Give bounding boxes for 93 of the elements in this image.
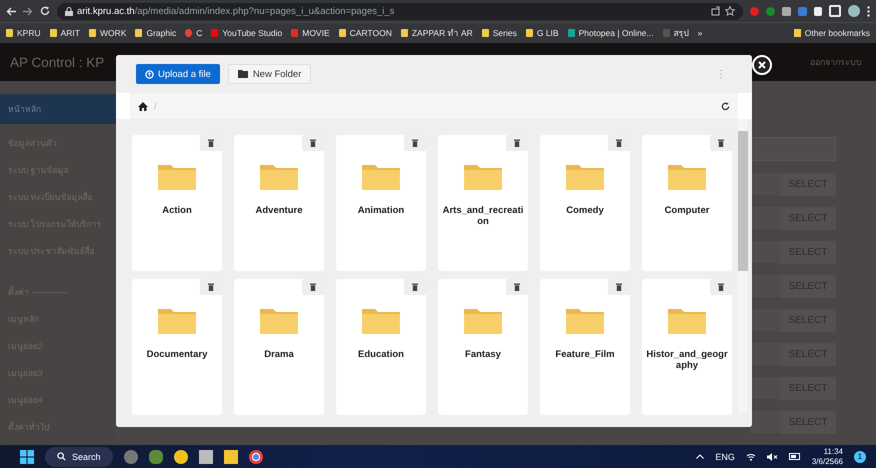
trash-icon — [208, 283, 214, 291]
folder-name: Feature_Film — [554, 350, 616, 361]
bookmark[interactable]: YouTube Studio — [211, 28, 282, 38]
bookmark[interactable]: Graphic — [135, 28, 176, 38]
back-icon[interactable] — [6, 6, 16, 16]
folder-card[interactable]: Education — [336, 279, 426, 415]
trash-icon — [718, 283, 724, 291]
clock-date[interactable]: 3/6/2566 — [812, 456, 843, 466]
upload-icon — [145, 70, 154, 78]
folder-name: Fantasy — [464, 350, 502, 361]
folder-name: Computer — [664, 206, 710, 217]
muted-speaker-icon[interactable] — [766, 452, 778, 460]
folder-name: Adventure — [254, 206, 304, 217]
chevron-up-icon[interactable] — [696, 454, 704, 459]
folder-name: Action — [161, 206, 193, 217]
bookmark[interactable]: G LIB — [526, 28, 559, 38]
input-field[interactable] — [750, 207, 780, 229]
home-icon[interactable] — [138, 102, 148, 110]
bookmark[interactable]: CARTOON — [338, 28, 392, 38]
bookmark[interactable]: Other bookmarks — [794, 28, 870, 38]
input-field[interactable] — [750, 241, 780, 263]
bookmark[interactable]: ZAPPAR ทำ AR — [400, 26, 473, 40]
trash-icon — [412, 283, 418, 291]
folder-card[interactable]: Computer — [642, 135, 732, 271]
folder-card[interactable]: Drama — [234, 279, 324, 415]
battery-icon[interactable] — [788, 453, 801, 460]
input-field[interactable] — [750, 309, 780, 331]
folder-card[interactable]: Histor_and_geography — [642, 279, 732, 415]
trash-icon — [412, 139, 418, 147]
folder-card[interactable]: Feature_Film — [540, 279, 630, 415]
share-icon[interactable] — [711, 6, 721, 16]
new-folder-button[interactable]: New Folder — [228, 64, 312, 84]
windows-icon[interactable] — [20, 450, 34, 464]
upload-button[interactable]: Upload a file — [136, 64, 220, 84]
folder-card[interactable]: Documentary — [132, 279, 222, 415]
menu-icon[interactable] — [867, 6, 870, 16]
breadcrumb-separator: / — [154, 101, 157, 111]
browser-icon[interactable] — [248, 450, 263, 464]
refresh-icon[interactable] — [721, 102, 730, 110]
star-icon[interactable] — [725, 6, 735, 16]
bookmark[interactable]: Photopea | Online... — [568, 28, 654, 38]
reload-icon[interactable] — [40, 6, 50, 16]
folder-name: Drama — [263, 350, 295, 361]
folder-card[interactable]: Adventure — [234, 135, 324, 271]
record-icon[interactable] — [750, 6, 759, 16]
trash-icon — [208, 139, 214, 147]
bookmark[interactable]: Series — [482, 28, 517, 38]
folder-card[interactable]: Action — [132, 135, 222, 271]
input-field[interactable] — [750, 411, 780, 433]
folder-card[interactable]: Comedy — [540, 135, 630, 271]
folder-name: Education — [357, 350, 405, 361]
bookmark[interactable]: KPRU — [6, 28, 41, 38]
input-field[interactable] — [750, 173, 780, 195]
sidepanel-icon[interactable] — [829, 5, 841, 17]
bookmark[interactable]: C — [185, 28, 202, 38]
trash-icon — [514, 139, 520, 147]
wifi-icon[interactable] — [746, 452, 756, 460]
trash-icon — [514, 283, 520, 291]
avatar-icon[interactable] — [848, 5, 860, 17]
page-title: AP Control : KP — [10, 54, 104, 70]
folder-name: Documentary — [146, 350, 208, 361]
trash-icon — [616, 139, 622, 147]
input-field[interactable] — [750, 377, 780, 399]
bookmark[interactable]: MOVIE — [291, 28, 330, 38]
folder-card[interactable]: Animation — [336, 135, 426, 271]
dot-icon[interactable] — [766, 6, 775, 16]
trash-icon — [718, 139, 724, 147]
app-icon[interactable] — [174, 450, 188, 464]
search-icon — [57, 452, 66, 461]
trash-icon — [310, 139, 316, 147]
lock-icon — [65, 6, 73, 16]
folder-name: Animation — [356, 206, 406, 217]
notification-badge[interactable]: 1 — [854, 450, 866, 462]
overflow-button[interactable]: » — [698, 28, 702, 38]
trash-icon — [310, 283, 316, 291]
trash-icon — [616, 283, 622, 291]
input-field[interactable] — [750, 275, 780, 297]
folder-card[interactable]: Arts_and_recreation — [438, 135, 528, 271]
folder-card[interactable]: Fantasy — [438, 279, 528, 415]
language-indicator[interactable]: ENG — [715, 452, 735, 462]
scrollbar[interactable] — [738, 119, 748, 413]
close-icon — [757, 60, 767, 70]
forward-icon[interactable] — [23, 6, 33, 16]
clock-time[interactable]: 11:34 — [824, 446, 843, 456]
input-field[interactable] — [750, 343, 780, 365]
bookmark[interactable]: ARIT — [50, 28, 80, 38]
address-bar[interactable]: arit.kpru.ac.th/ap/media/admin/index.php?nu=pages_i_u&action=pages_i_s — [57, 2, 743, 20]
folder-name: Comedy — [565, 206, 605, 217]
search-field[interactable]: Search — [45, 446, 113, 466]
bookmark[interactable]: WORK — [89, 28, 126, 38]
bookmark[interactable]: สรุป — [662, 26, 689, 40]
folder-name: Histor_and_geography — [645, 350, 729, 372]
folder-name: Arts_and_recreation — [442, 206, 524, 228]
